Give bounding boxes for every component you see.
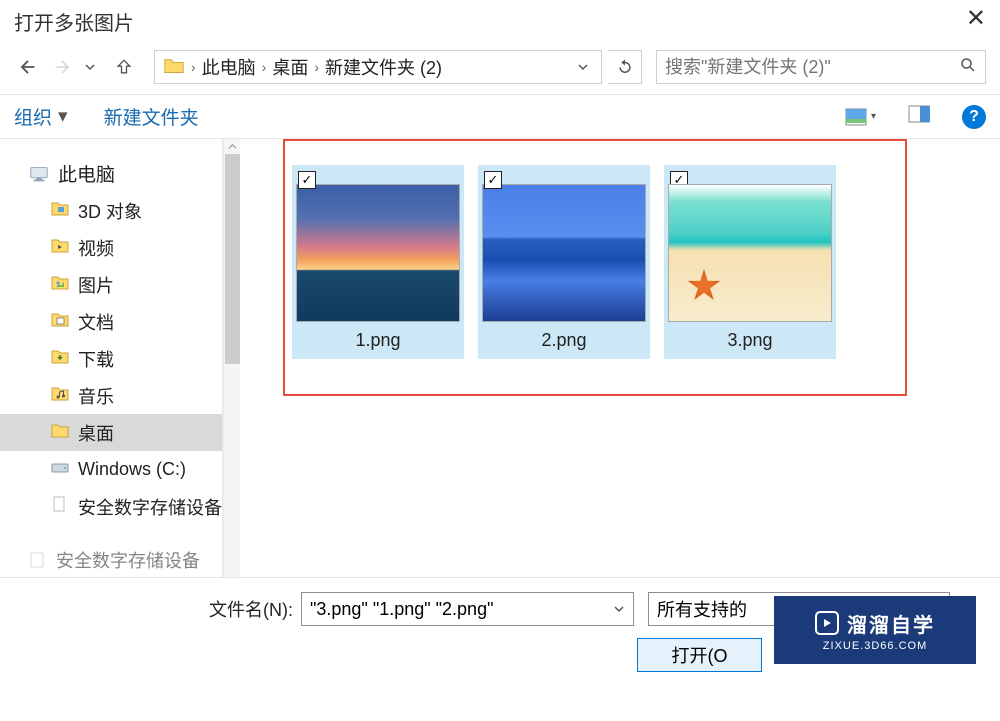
sidebar-item[interactable]: Windows (C:) bbox=[0, 451, 222, 488]
thumbnail-image bbox=[296, 184, 460, 322]
folder-pictures-icon bbox=[50, 273, 70, 296]
sidebar-item-label: 下载 bbox=[78, 346, 114, 372]
new-folder-button[interactable]: 新建文件夹 bbox=[104, 103, 199, 130]
file-name: 2.png bbox=[481, 330, 647, 351]
sidebar-item-label: 音乐 bbox=[78, 383, 114, 409]
toolbar: 组织 ▾ 新建文件夹 ▾ ? bbox=[0, 94, 1000, 139]
sidebar-item[interactable]: 桌面 bbox=[0, 414, 222, 451]
file-name: 3.png bbox=[667, 330, 833, 351]
title-bar: 打开多张图片 ✕ bbox=[0, 0, 1000, 38]
sidebar-item[interactable]: 视频 bbox=[0, 229, 222, 266]
watermark: 溜溜自学 ZIXUE.3D66.COM bbox=[774, 596, 976, 664]
file-thumbnail[interactable]: ✓ 1.png bbox=[292, 165, 464, 359]
sidebar-root[interactable]: 此电脑 bbox=[0, 155, 222, 192]
forward-button bbox=[48, 53, 76, 81]
file-area[interactable]: ✓ 1.png ✓ 2.png ✓3.png bbox=[240, 139, 1000, 577]
scrollbar-vertical[interactable] bbox=[223, 139, 240, 577]
up-button[interactable] bbox=[110, 53, 138, 81]
sidebar-item-label: 视频 bbox=[78, 235, 114, 261]
computer-icon bbox=[28, 164, 50, 184]
file-thumbnail[interactable]: ✓3.png bbox=[664, 165, 836, 359]
sidebar-item-label: 桌面 bbox=[78, 420, 114, 446]
sidebar-item-label: Windows (C:) bbox=[78, 459, 186, 480]
folder-downloads-icon bbox=[50, 347, 70, 370]
drive-icon bbox=[50, 458, 70, 481]
folder-music-icon bbox=[50, 384, 70, 407]
sidebar-item-label: 安全数字存储设备 bbox=[78, 494, 222, 520]
back-button[interactable] bbox=[14, 53, 42, 81]
open-button[interactable]: 打开(O bbox=[637, 638, 762, 672]
play-icon bbox=[815, 611, 839, 635]
sidebar-item[interactable]: 图片 bbox=[0, 266, 222, 303]
organize-button[interactable]: 组织 ▾ bbox=[14, 103, 68, 130]
breadcrumb-item[interactable]: 桌面 bbox=[268, 54, 312, 80]
folder-docs-icon bbox=[50, 310, 70, 333]
file-thumbnail[interactable]: ✓ 2.png bbox=[478, 165, 650, 359]
scroll-thumb[interactable] bbox=[225, 154, 240, 364]
checkbox-icon[interactable]: ✓ bbox=[298, 171, 316, 189]
view-mode-button[interactable]: ▾ bbox=[845, 108, 876, 126]
chevron-right-icon: › bbox=[189, 59, 198, 75]
chevron-down-icon: ▾ bbox=[58, 105, 68, 128]
folder-3d-icon bbox=[50, 199, 70, 222]
help-icon[interactable]: ? bbox=[962, 105, 986, 129]
sidebar: 此电脑 3D 对象视频图片文档下载音乐桌面 Windows (C:) 安全数字存储设… bbox=[0, 139, 223, 577]
sidebar-item[interactable]: 文档 bbox=[0, 303, 222, 340]
sidebar-item-label: 文档 bbox=[78, 309, 114, 335]
thumbnail-image bbox=[668, 184, 832, 322]
sidebar-item-label: 图片 bbox=[78, 272, 114, 298]
scroll-up-icon[interactable] bbox=[227, 141, 238, 152]
file-icon bbox=[28, 551, 48, 569]
navigation-bar: › 此电脑 › 桌面 › 新建文件夹 (2) bbox=[0, 38, 1000, 94]
chevron-down-icon bbox=[613, 603, 625, 615]
filename-label: 文件名(N): bbox=[209, 596, 293, 622]
folder-icon bbox=[163, 56, 185, 78]
search-field[interactable] bbox=[656, 50, 986, 84]
sidebar-item-cutoff[interactable]: 安全数字存储设备 bbox=[0, 541, 222, 577]
folder-video-icon bbox=[50, 236, 70, 259]
refresh-button[interactable] bbox=[608, 50, 642, 84]
thumbnail-image bbox=[482, 184, 646, 322]
preview-pane-button[interactable] bbox=[908, 105, 930, 128]
sidebar-item[interactable]: 下载 bbox=[0, 340, 222, 377]
breadcrumb-item[interactable]: 此电脑 bbox=[198, 54, 260, 80]
sidebar-root-label: 此电脑 bbox=[58, 160, 115, 187]
chevron-right-icon: › bbox=[312, 59, 321, 75]
body-area: 此电脑 3D 对象视频图片文档下载音乐桌面 Windows (C:) 安全数字存储设… bbox=[0, 139, 1000, 577]
chevron-down-icon[interactable] bbox=[577, 61, 589, 73]
search-input[interactable] bbox=[665, 57, 959, 78]
sidebar-item-label: 3D 对象 bbox=[78, 198, 142, 224]
breadcrumb-item[interactable]: 新建文件夹 (2) bbox=[321, 54, 446, 80]
file-name: 1.png bbox=[295, 330, 461, 351]
file-icon bbox=[50, 495, 70, 518]
checkbox-icon[interactable]: ✓ bbox=[484, 171, 502, 189]
history-dropdown-icon[interactable] bbox=[82, 56, 98, 78]
sidebar-item[interactable]: 3D 对象 bbox=[0, 192, 222, 229]
footer: 文件名(N): "3.png" "1.png" "2.png" 所有支持的 打开… bbox=[0, 577, 1000, 672]
filename-combo[interactable]: "3.png" "1.png" "2.png" bbox=[301, 592, 634, 626]
sidebar-item[interactable]: 安全数字存储设备 bbox=[0, 488, 222, 525]
folder-desktop-icon bbox=[50, 421, 70, 444]
window-title: 打开多张图片 bbox=[14, 7, 134, 36]
search-icon[interactable] bbox=[959, 56, 977, 79]
close-icon[interactable]: ✕ bbox=[966, 7, 986, 31]
sidebar-item[interactable]: 音乐 bbox=[0, 377, 222, 414]
breadcrumb[interactable]: › 此电脑 › 桌面 › 新建文件夹 (2) bbox=[154, 50, 602, 84]
chevron-right-icon: › bbox=[260, 59, 269, 75]
